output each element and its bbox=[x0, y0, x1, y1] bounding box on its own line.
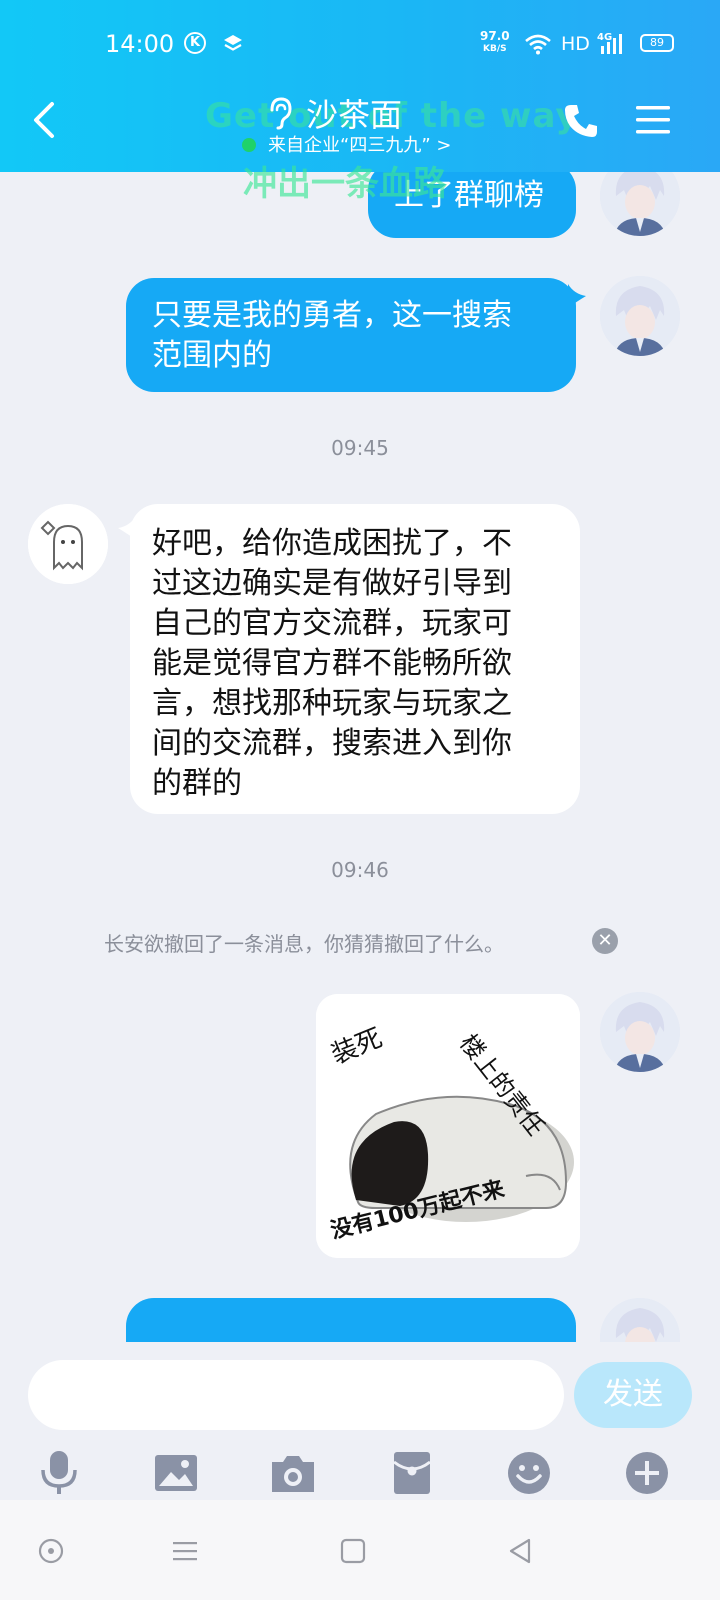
message-bubble-sent[interactable]: 只要是我的勇者，这一搜索 范围内的 bbox=[126, 278, 576, 392]
microphone-icon[interactable] bbox=[36, 1450, 82, 1496]
avatar[interactable] bbox=[28, 504, 108, 584]
message-bubble-sent[interactable] bbox=[126, 1298, 576, 1342]
message-text-line: 自己的官方交流群，玩家可 bbox=[152, 606, 512, 641]
chat-subtitle[interactable]: 来自企业“四三九九” > bbox=[268, 131, 451, 157]
net-speed-unit: KB/S bbox=[483, 44, 507, 54]
k-icon: K bbox=[184, 32, 206, 54]
message-text-line: 能是觉得官方群不能畅所欲 bbox=[152, 646, 512, 681]
message-text-line: 间的交流群，搜索进入到你 bbox=[152, 726, 512, 761]
chat-title[interactable]: 沙茶面 bbox=[306, 90, 402, 136]
back-icon[interactable] bbox=[505, 1536, 535, 1566]
message-text-line: 过这边确实是有做好引导到 bbox=[152, 566, 512, 601]
avatar[interactable] bbox=[600, 992, 680, 1072]
chat-message-list[interactable]: 上了群聊榜 只要是我的勇者，这一搜索 范围内的 09:45 好吧，给你造成困扰了… bbox=[0, 172, 720, 1342]
plus-icon[interactable] bbox=[624, 1450, 670, 1496]
timestamp: 09:46 bbox=[331, 858, 389, 882]
hd-label: HD bbox=[561, 33, 590, 55]
send-button[interactable]: 发送 bbox=[574, 1362, 692, 1428]
net-speed: 97.0 KB/S bbox=[480, 30, 510, 56]
wifi-icon bbox=[525, 34, 551, 55]
camera-icon[interactable] bbox=[270, 1450, 316, 1496]
message-text-line: 的群的 bbox=[152, 766, 242, 801]
message-text-line: 范围内的 bbox=[152, 338, 272, 373]
online-status-dot bbox=[242, 138, 256, 152]
ear-icon bbox=[270, 97, 292, 130]
net-speed-value: 97.0 bbox=[480, 29, 510, 43]
red-packet-icon[interactable] bbox=[389, 1450, 435, 1496]
recall-notice: 长安欲撤回了一条消息，你猜猜撤回了什么。 bbox=[104, 932, 504, 956]
message-text-line: 只要是我的勇者，这一搜索 bbox=[152, 298, 512, 333]
status-clock: 14:00 bbox=[105, 30, 175, 58]
home-icon[interactable] bbox=[338, 1536, 368, 1566]
chat-header: 14:00 K 97.0 KB/S HD 4G 89 Get out of th… bbox=[0, 0, 720, 172]
assistant-icon[interactable] bbox=[36, 1536, 66, 1566]
image-icon[interactable] bbox=[153, 1450, 199, 1496]
battery-icon: 89 bbox=[640, 34, 674, 52]
avatar[interactable] bbox=[600, 172, 680, 236]
message-bubble-received[interactable]: 好吧，给你造成困扰了，不 过这边确实是有做好引导到 自己的官方交流群，玩家可 能… bbox=[130, 504, 580, 814]
sticker-message[interactable]: 装死 楼上的责任 没有100万起不来 bbox=[316, 994, 580, 1258]
phone-icon[interactable] bbox=[562, 102, 600, 140]
back-icon[interactable] bbox=[30, 100, 60, 140]
signal-icon: 4G bbox=[597, 32, 623, 56]
menu-icon[interactable] bbox=[170, 1536, 200, 1566]
emoji-icon[interactable] bbox=[506, 1450, 552, 1496]
avatar[interactable] bbox=[600, 276, 680, 356]
close-icon[interactable]: ✕ bbox=[592, 928, 618, 954]
message-text-line: 言，想找那种玩家与玩家之 bbox=[152, 686, 512, 721]
avatar[interactable] bbox=[600, 1298, 680, 1342]
bubble-tail-icon bbox=[568, 284, 586, 308]
layers-icon bbox=[224, 35, 242, 51]
timestamp: 09:45 bbox=[331, 436, 389, 460]
message-text-line: 好吧，给你造成困扰了，不 bbox=[152, 526, 512, 561]
overlay-text-chinese: 冲出一条血路 bbox=[243, 164, 447, 204]
message-input[interactable] bbox=[28, 1360, 564, 1430]
menu-icon[interactable] bbox=[636, 104, 670, 136]
